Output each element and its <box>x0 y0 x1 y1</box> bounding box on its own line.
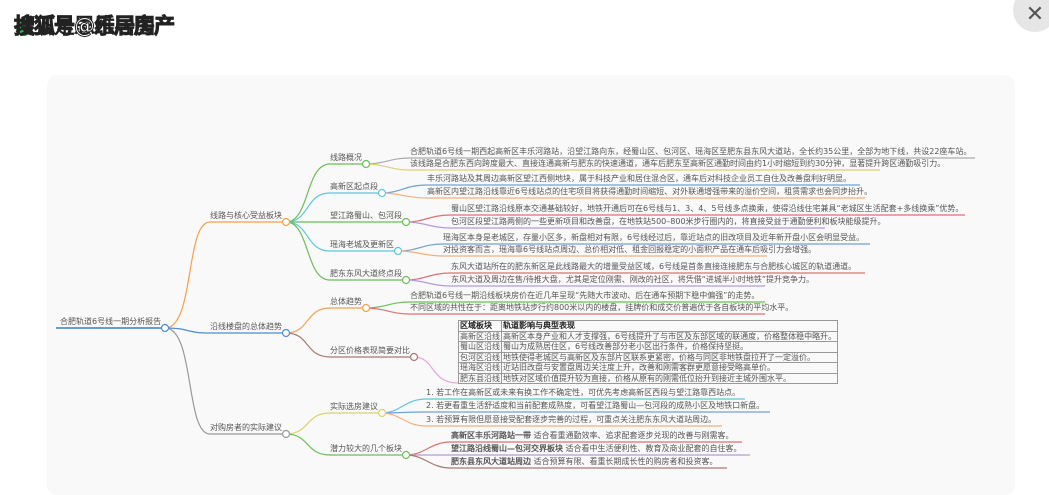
table-cell: 肥东县沿线 <box>458 372 502 384</box>
area-desc: 适合看中生活便利性、教育及商业配套的自住客。 <box>565 444 742 453</box>
leaf: 3. 若预算有限但愿意接受配套逐步完善的过程，可重点关注肥东东风大道站周边。 <box>426 415 717 424</box>
table-row: 肥东县沿线 地铁对区域价值提升较为直接，价格从原有的刚需低位抬升到接近主城外围水平… <box>458 372 839 384</box>
leaf: 高新区内望江路沿线靠近6号线站点的住宅项目将获得通勤时间缩短、对外联通增强带来的… <box>427 187 873 196</box>
leaf: 望江路沿线蜀山—包河交界板块 适合看中生活便利性、教育及商业配套的自住客。 <box>451 444 742 454</box>
area-name: 肥东县东风大道站周边 <box>451 457 531 466</box>
table-row: 包河区沿线 地铁使得老城区与高新区及东部片区联系更紧密，价格与同区非地铁盘拉开了一… <box>458 351 839 363</box>
table-cell: 近站旧改盘与安置盘周边关注度上升，改善和刚需客群更愿意接受略高单价。 <box>500 362 839 374</box>
node-district-compare: 分区价格表现简要对比 <box>330 346 410 355</box>
table-cell: 瑶海区沿线 <box>458 362 502 374</box>
leaf: 东风大道及周边在售/待推大盘，尤其是定位刚需、刚改的社区，将凭借“进城半小时地铁… <box>451 275 814 284</box>
branch-lines-areas: 线路与核心受益板块 <box>210 211 282 220</box>
root-node: 合肥轨道6号线一期分析报告 <box>60 317 162 326</box>
leaf: 肥东县东风大道站周边 适合预算有限、看重长期成长性的购房者和投资客。 <box>451 457 718 467</box>
table-cell: 地铁使得老城区与高新区及东部片区联系更紧密，价格与同区非地铁盘拉开了一定溢价。 <box>500 351 839 363</box>
leaf: 蜀山区望江路沿线原本交通基础较好，地铁开通后可在6号线与1、3、4、5号线多点换… <box>451 204 964 213</box>
table-cell: 地铁对区域价值提升较为直接，价格从原有的刚需低位抬升到接近主城外围水平。 <box>500 372 839 384</box>
table-row: 高新区沿线 高新区本身产业和人才支撑强，6号线提升了与市区及东部区域的联通度，价格… <box>458 330 839 342</box>
node-yaohai: 瑶海老城及更新区 <box>330 240 394 249</box>
node-line-overview: 线路概况 <box>330 153 362 162</box>
node-overall-trend: 总体趋势 <box>330 297 362 306</box>
leaf: 该线路是合肥东西向跨度最大、直接连通高新与肥东的快速通道，通车后肥东至高新区通勤… <box>410 159 946 168</box>
leaf: 合肥轨道6号线一期西起高新区丰乐河路站，沿望江路向东，经蜀山区、包河区、瑶海区至… <box>410 147 972 156</box>
branch-buyer-advice: 对购房者的实际建议 <box>210 423 282 432</box>
district-price-table: 区域板块 轨道影响与典型表现 高新区沿线 高新区本身产业和人才支撑强，6号线提升了与… <box>458 320 839 384</box>
table-cell: 蜀山区沿线 <box>458 341 502 353</box>
leaf: 1. 若工作在高新区或未来有换工作不确定性，可优先考虑高新区西段与望江路靠西站点… <box>426 388 741 397</box>
leaf: 包河区段望江路两侧的一些更新项目和改善盘，在地铁站500–800米步行圈内的，将… <box>451 217 886 226</box>
leaf: 瑶海区本身是老城区，存量小区多，新盘相对有限，6号线经过后，靠近站点的旧改项目及… <box>443 233 865 242</box>
table-row: 蜀山区沿线 蜀山为成熟居住区，6号线改善部分老小区出行条件，价格保持坚挺。 <box>458 341 839 353</box>
table-header: 区域板块 <box>458 320 502 332</box>
node-feidong: 肥东东风大道终点段 <box>330 269 402 278</box>
table-cell: 包河区沿线 <box>458 351 502 363</box>
area-name: 望江路沿线蜀山—包河交界板块 <box>451 444 563 453</box>
leaf: 2. 若更看重生活舒适度和当前配套成熟度，可看望江路蜀山—包河段的成熟小区及地铁… <box>426 401 765 410</box>
node-gaoxin: 高新区起点段 <box>330 182 378 191</box>
table-row: 瑶海区沿线 近站旧改盘与安置盘周边关注度上升，改善和刚需客群更愿意接受略高单价。 <box>458 362 839 374</box>
table-cell: 高新区沿线 <box>458 330 502 342</box>
table-header: 轨道影响与典型表现 <box>500 320 839 332</box>
node-practical-advice: 实际选房建议 <box>330 402 378 411</box>
table-cell: 蜀山为成熟居住区，6号线改善部分老小区出行条件，价格保持坚挺。 <box>500 341 839 353</box>
leaf: 丰乐河路站及其周边高新区望江西侧地块，属于科技产业和居住混合区，通车后对科技企业… <box>427 174 851 183</box>
leaf: 东风大道站所在的肥东新区是此线路最大的增量受益区域，6号线是首条直接连接肥东与合… <box>451 262 857 271</box>
area-desc: 适合看重通勤效率、追求配套逐步兑现的改善与刚需客。 <box>533 431 734 440</box>
branch-price-trend: 沿线楼盘的总体趋势 <box>210 322 282 331</box>
table-cell: 高新区本身产业和人才支撑强，6号线提升了与市区及东部区域的联通度，价格整体稳中略… <box>500 330 839 342</box>
node-potential-areas: 潜力较大的几个板块 <box>330 444 402 453</box>
leaf: 合肥轨道6号线一期沿线板块房价在近几年呈现“先随大市波动、后在通车预期下稳中偏强… <box>410 291 760 300</box>
area-desc: 适合预算有限、看重长期成长性的购房者和投资客。 <box>533 457 718 466</box>
leaf: 对投资客而言，瑶海靠6号线站点周边、总价相对低、租金回报稳定的小面积产品在通车后… <box>443 245 817 254</box>
area-name: 高新区丰乐河路站一带 <box>451 431 531 440</box>
leaf: 不同区域的共性在于：距离地铁站步行约800米以内的楼盘，挂牌价和成交价普遍优于各… <box>410 303 794 312</box>
leaf: 高新区丰乐河路站一带 适合看重通勤效率、追求配套逐步兑现的改善与刚需客。 <box>451 431 734 441</box>
node-wangjiang: 望江路蜀山、包河段 <box>330 211 402 220</box>
